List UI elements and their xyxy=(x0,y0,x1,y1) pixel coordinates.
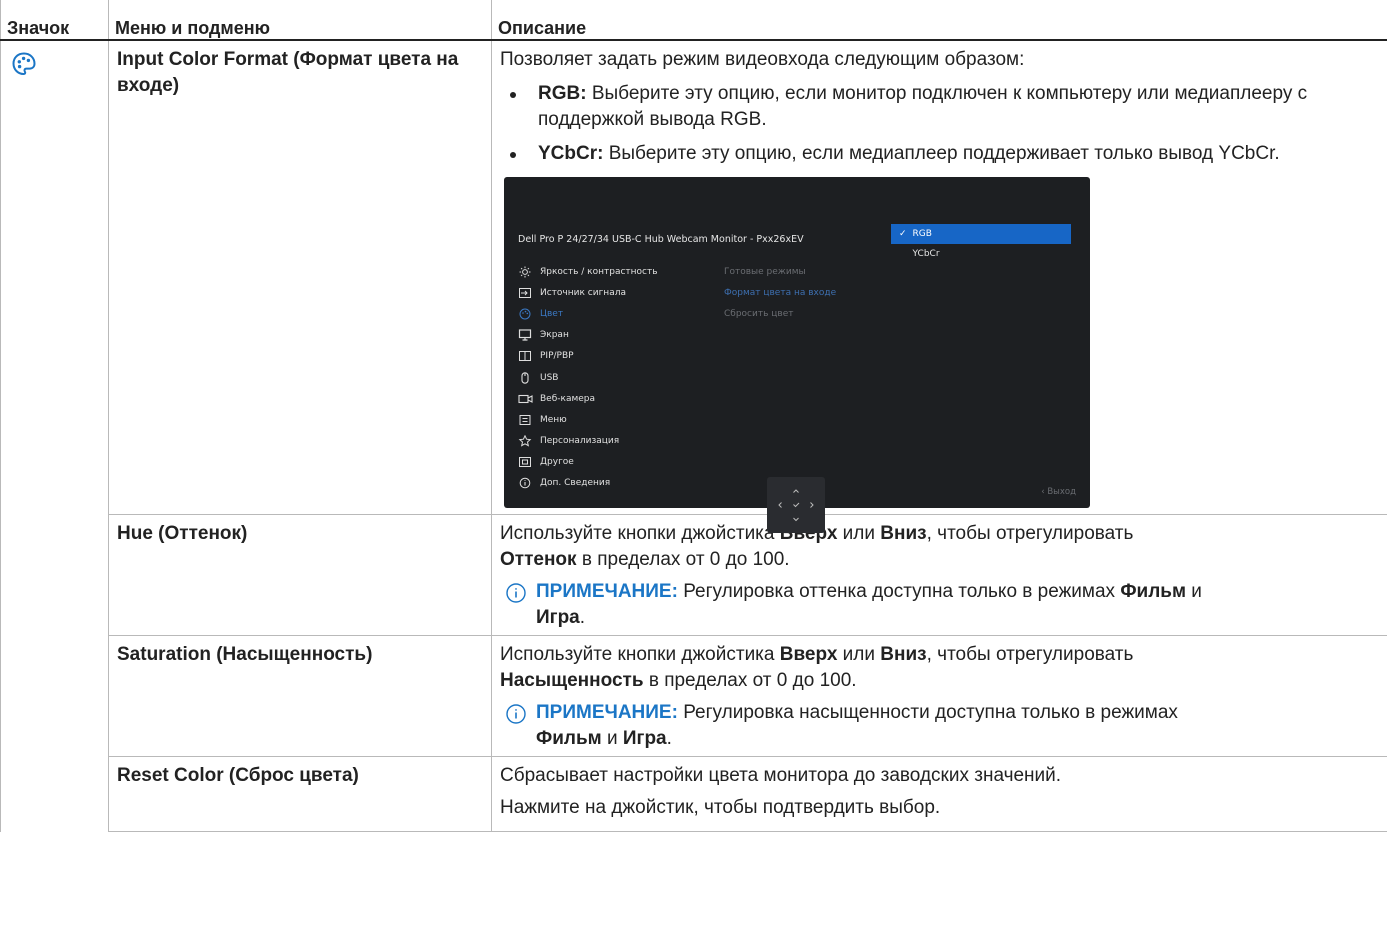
table-row: Hue (Оттенок) Используйте кнопки джойсти… xyxy=(1,514,1387,636)
osd-menu-item: Персонализация xyxy=(518,431,658,452)
bold-run: Игра xyxy=(536,607,580,628)
list-item: RGB: Выберите эту опцию, если монитор по… xyxy=(500,81,1387,133)
bold-run: Вниз xyxy=(880,523,927,544)
table-row: Saturation (Насыщенность) Используйте кн… xyxy=(1,635,1387,757)
option-label: YCbCr: xyxy=(538,143,604,164)
option-text: Выберите эту опцию, если монитор подключ… xyxy=(538,83,1308,130)
text-run: в пределах от 0 до 100. xyxy=(643,670,857,691)
color-palette-icon xyxy=(519,308,531,320)
bold-run: Оттенок xyxy=(500,549,577,570)
manual-page: Значок Меню и подменю Описание Input Col… xyxy=(0,0,1387,946)
osd-menu-item: Источник сигнала xyxy=(518,282,658,303)
menu-hue: Hue (Оттенок) xyxy=(108,514,492,636)
osd-menu-item: PIP/PBP xyxy=(518,346,658,367)
menu-input-color-format: Input Color Format (Формат цвета на вход… xyxy=(108,39,492,515)
description-saturation: Используйте кнопки джойстика Вверх или В… xyxy=(491,635,1387,757)
text-run: Используйте кнопки джойстика xyxy=(500,523,780,544)
bold-run: Насыщенность xyxy=(500,670,644,691)
info-icon xyxy=(519,478,531,489)
input-source-icon xyxy=(519,287,531,298)
note-text: Регулировка оттенка доступна только в ре… xyxy=(677,581,1121,602)
menu-saturation: Saturation (Насыщенность) xyxy=(108,635,492,757)
saturation-instruction: Используйте кнопки джойстика Вверх или В… xyxy=(500,642,1387,694)
text-run: Используйте кнопки джойстика xyxy=(500,644,780,665)
text-run: или xyxy=(837,644,881,665)
text-run: , чтобы отрегулировать xyxy=(926,644,1134,665)
osd-menu-item: Цвет xyxy=(518,303,658,324)
osd-main-menu: Яркость / контрастность Источник сигнала… xyxy=(518,261,658,494)
bold-run: Игра xyxy=(622,728,667,749)
color-settings-table: Значок Меню и подменю Описание Input Col… xyxy=(0,0,1387,832)
osd-menu-label: Доп. Сведения xyxy=(540,478,611,489)
text-run: и xyxy=(601,728,623,749)
note-text: Регулировка насыщенности доступна только… xyxy=(677,702,1178,723)
table-row: Input Color Format (Формат цвета на вход… xyxy=(0,39,1387,832)
table-header-row: Значок Меню и подменю Описание xyxy=(0,0,1387,41)
bold-run: Вверх xyxy=(779,644,838,665)
joystick-guide xyxy=(767,477,825,533)
color-palette-icon xyxy=(12,52,36,76)
option-text: Выберите эту опцию, если медиаплеер подд… xyxy=(603,143,1280,164)
osd-menu-item: Веб-камера xyxy=(518,388,658,409)
osd-title: Dell Pro P 24/27/34 USB-C Hub Webcam Mon… xyxy=(518,234,804,245)
menu-icon xyxy=(519,414,531,425)
text-run: и xyxy=(1186,581,1202,602)
osd-option: ✓YCbCr xyxy=(891,244,1071,264)
input-color-intro: Позволяет задать режим видеовхода следую… xyxy=(500,49,1025,70)
note-label: ПРИМЕЧАНИЕ: xyxy=(536,581,678,602)
osd-option-label: YCbCr xyxy=(912,249,940,259)
osd-menu-screenshot: Dell Pro P 24/27/34 USB-C Hub Webcam Mon… xyxy=(504,177,1090,533)
hue-instruction: Используйте кнопки джойстика Вверх или В… xyxy=(500,521,1387,573)
info-icon xyxy=(506,583,526,603)
bold-run: Фильм xyxy=(1120,581,1187,602)
osd-menu-item: Экран xyxy=(518,325,658,346)
list-item: YCbCr: Выберите эту опцию, если медиапле… xyxy=(500,141,1387,167)
brightness-icon xyxy=(519,266,531,278)
hue-note: ПРИМЕЧАНИЕ: Регулировка оттенка доступна… xyxy=(500,579,1387,631)
info-icon xyxy=(506,704,526,724)
display-icon xyxy=(518,329,532,341)
text-run: . xyxy=(579,607,586,628)
osd-submenu-item: Сбросить цвет xyxy=(724,308,794,319)
webcam-icon xyxy=(518,394,533,403)
reset-color-text: Сбрасывает настройки цвета монитора до з… xyxy=(500,765,1062,786)
osd-options: ✓RGB ✓YCbCr xyxy=(891,224,1071,264)
description-hue: Используйте кнопки джойстика Вверх или В… xyxy=(491,514,1387,636)
osd-exit-label: ‹ Выход xyxy=(1041,487,1076,497)
joystick-arrows-icon xyxy=(778,489,814,522)
description-input-color-format: Позволяет задать режим видеовхода следую… xyxy=(491,39,1387,533)
note-label: ПРИМЕЧАНИЕ: xyxy=(536,702,678,723)
osd-submenu: Готовые режимы Формат цвета на входе Сбр… xyxy=(724,261,836,325)
option-label: RGB: xyxy=(538,83,587,104)
header-menu: Меню и подменю xyxy=(108,0,492,41)
icon-cell xyxy=(0,39,109,832)
input-color-options-list: RGB: Выберите эту опцию, если монитор по… xyxy=(500,81,1387,167)
saturation-note: ПРИМЕЧАНИЕ: Регулировка насыщенности дос… xyxy=(500,700,1387,752)
menu-reset-color: Reset Color (Сброс цвета) xyxy=(108,756,492,832)
text-run: , чтобы отрегулировать xyxy=(926,523,1134,544)
text-run: в пределах от 0 до 100. xyxy=(576,549,790,570)
header-icon: Значок xyxy=(0,0,109,41)
osd-menu-item: Доп. Сведения xyxy=(518,473,658,494)
other-icon xyxy=(519,457,531,468)
checkmark-icon: ✓ xyxy=(899,229,907,239)
text-run: . xyxy=(666,728,672,749)
star-icon xyxy=(518,435,532,447)
header-description: Описание xyxy=(491,0,1387,41)
bold-run: Фильм xyxy=(536,728,602,749)
description-reset-color: Сбрасывает настройки цвета монитора до з… xyxy=(491,756,1387,832)
pip-icon xyxy=(519,351,531,362)
mouse-icon xyxy=(521,371,529,384)
table-row: Reset Color (Сброс цвета) Сбрасывает нас… xyxy=(1,756,1387,832)
bold-run: Вниз xyxy=(880,644,927,665)
text-run: или xyxy=(837,523,881,544)
reset-color-confirm: Нажмите на джойстик, чтобы подтвердить в… xyxy=(500,797,941,818)
